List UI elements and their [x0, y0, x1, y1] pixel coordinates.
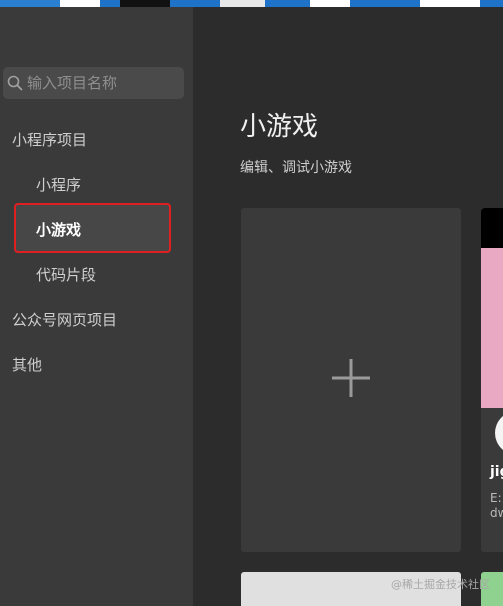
sidebar-item-code-snippet[interactable]: 代码片段 — [36, 264, 96, 285]
page-title: 小游戏 — [240, 112, 319, 142]
top-decorative-strip — [0, 0, 503, 7]
project-thumbnail-header — [481, 208, 503, 248]
watermark: @稀土掘金技术社区 — [391, 578, 490, 591]
sidebar-item-miniprogram[interactable]: 小程序 — [36, 174, 81, 195]
sidebar: 小程序项目 小程序 小游戏 代码片段 公众号网页项目 其他 — [0, 7, 193, 606]
main-panel: 小游戏 编辑、调试小游戏 jig E: dw @稀土掘金技术社区 — [193, 7, 503, 606]
search-box[interactable] — [3, 67, 184, 99]
sidebar-group-other[interactable]: 其他 — [12, 354, 42, 375]
project-avatar — [495, 411, 503, 455]
sidebar-group-miniprogram-project[interactable]: 小程序项目 — [12, 129, 87, 150]
sidebar-item-minigame[interactable]: 小游戏 — [36, 219, 81, 240]
project-card[interactable]: jig E: dw — [481, 208, 503, 552]
project-path-2: dw — [490, 506, 503, 520]
new-project-card[interactable] — [241, 208, 461, 552]
search-icon — [3, 67, 27, 99]
project-name: jig — [490, 464, 503, 480]
page-subtitle: 编辑、调试小游戏 — [240, 160, 352, 176]
search-input[interactable] — [27, 74, 177, 92]
project-path: E: — [490, 491, 502, 505]
sidebar-group-official-account[interactable]: 公众号网页项目 — [12, 309, 117, 330]
plus-icon — [330, 357, 372, 403]
